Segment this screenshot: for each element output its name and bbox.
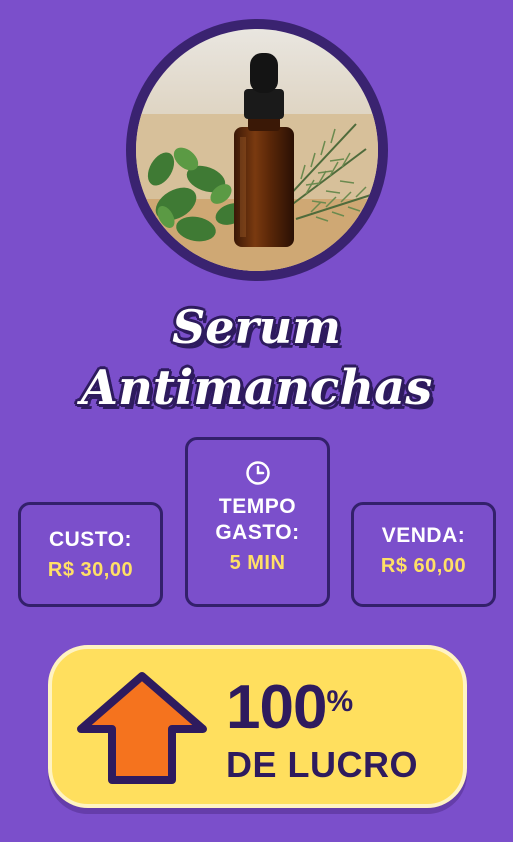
profit-text: 100% DE LUCRO: [226, 677, 418, 785]
product-title-line1: Serum: [172, 300, 341, 354]
arrow-up-icon: [77, 672, 207, 784]
profit-label: DE LUCRO: [226, 744, 418, 785]
sale-value: R$ 60,00: [380, 555, 467, 577]
cost-label: CUSTO:: [48, 528, 133, 551]
profit-percent-number: 100: [226, 673, 327, 742]
product-photo: [126, 19, 388, 281]
sale-card: VENDA: R$ 60,00: [351, 502, 496, 607]
time-label-line2: GASTO:: [215, 521, 300, 544]
product-title-line2: Antimanchas: [80, 360, 433, 416]
time-label-line1: TEMPO: [218, 495, 297, 518]
clock-icon: [245, 461, 270, 485]
time-value: 5 MIN: [229, 552, 286, 574]
cost-value: R$ 30,00: [47, 559, 134, 581]
cost-card: CUSTO: R$ 30,00: [18, 502, 163, 607]
profit-percent-sign: %: [326, 685, 354, 718]
sale-label: VENDA:: [381, 524, 466, 547]
profit-banner: 100% DE LUCRO: [48, 645, 467, 808]
time-card: TEMPO GASTO: 5 MIN: [185, 437, 330, 607]
product-image: [136, 29, 378, 271]
